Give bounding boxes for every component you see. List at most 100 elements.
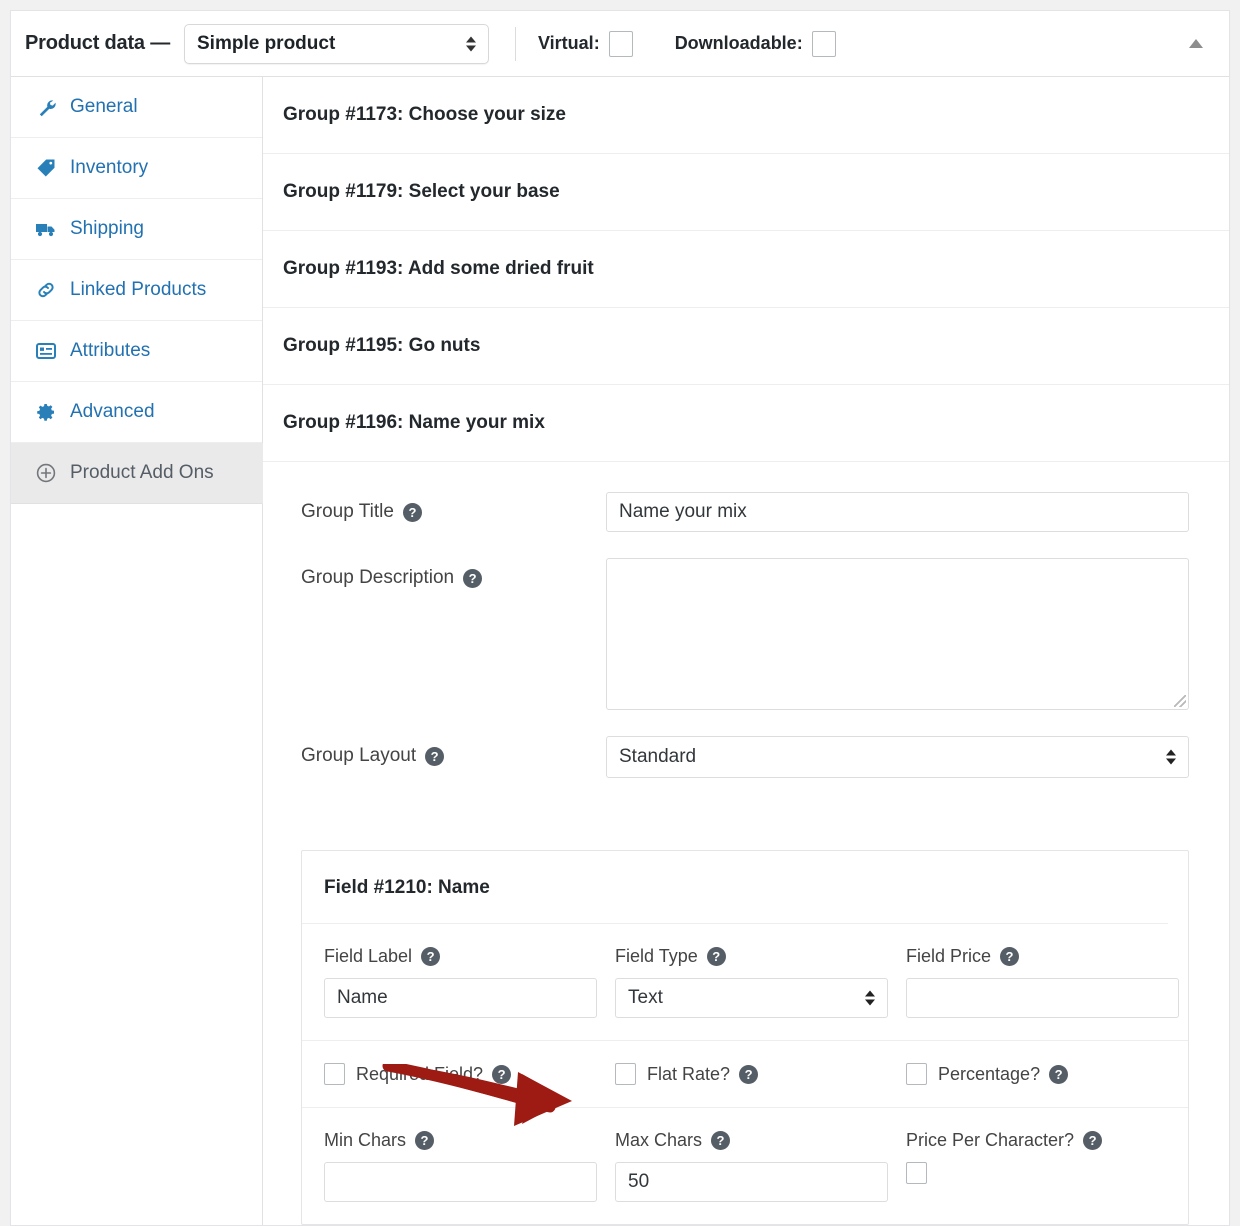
product-type-value: Simple product — [197, 32, 336, 54]
help-icon[interactable]: ? — [706, 947, 726, 966]
product-data-metabox: Product data — Simple product Virtual: D… — [10, 10, 1230, 1226]
group-layout-label: Group Layout — [301, 745, 417, 766]
group-row[interactable]: Group #1193: Add some dried fruit — [263, 231, 1229, 308]
percentage-label: Percentage? — [938, 1063, 1041, 1084]
header-divider — [515, 26, 516, 61]
group-title-value: Name your mix — [619, 501, 747, 522]
sidebar-item-label: Attributes — [70, 340, 151, 361]
plus-circle-icon — [33, 462, 59, 484]
field-card: Field #1210: Name Field Label ? Name Fie… — [301, 850, 1189, 1225]
field-row-2: Required Field? ? Flat Rate? ? Percentag… — [324, 1063, 1166, 1085]
required-field-label: Required Field? — [356, 1063, 484, 1084]
field-label-input[interactable]: Name — [324, 978, 597, 1018]
field-chars-section: Min Chars ? Max Chars ? 50 Price Per Cha… — [302, 1108, 1188, 1224]
virtual-checkbox-group[interactable]: Virtual: — [538, 30, 633, 57]
field-type-col: Field Type ? Text — [615, 946, 906, 1018]
downloadable-checkbox-group[interactable]: Downloadable: — [674, 30, 836, 57]
chevron-updown-icon — [865, 990, 875, 1006]
chevron-updown-icon — [466, 36, 476, 51]
sidebar-item-label: Shipping — [70, 218, 144, 239]
help-icon[interactable]: ? — [711, 1131, 731, 1150]
virtual-checkbox[interactable] — [608, 30, 633, 57]
group-description-textarea[interactable] — [606, 558, 1189, 710]
group-row[interactable]: Group #1195: Go nuts — [263, 308, 1229, 385]
required-field-checkbox[interactable] — [324, 1063, 345, 1085]
sidebar-item-label: General — [70, 96, 138, 117]
caret-up-icon[interactable] — [1185, 33, 1207, 55]
metabox-body: General Inventory Shipping Linked Produc… — [11, 77, 1229, 1225]
sidebar-item-inventory[interactable]: Inventory — [11, 138, 262, 199]
flat-rate-checkbox[interactable] — [615, 1063, 636, 1085]
sidebar-item-product-add-ons[interactable]: Product Add Ons — [11, 443, 263, 504]
group-row[interactable]: Group #1173: Choose your size — [263, 77, 1229, 154]
max-chars-text: Max Chars — [615, 1130, 703, 1150]
sidebar-item-linked-products[interactable]: Linked Products — [11, 260, 262, 321]
percentage-checkbox-group[interactable]: Percentage? ? — [906, 1063, 1197, 1085]
help-icon[interactable]: ? — [415, 1131, 435, 1150]
group-row-expanded[interactable]: Group #1196: Name your mix — [263, 385, 1229, 462]
help-icon[interactable]: ? — [1083, 1131, 1103, 1150]
sidebar-item-advanced[interactable]: Advanced — [11, 382, 262, 443]
chevron-updown-icon — [1166, 749, 1176, 765]
sidebar-item-label: Inventory — [70, 157, 149, 178]
help-icon[interactable]: ? — [402, 502, 422, 522]
sidebar-item-general[interactable]: General — [11, 77, 262, 138]
group-row[interactable]: Group #1179: Select your base — [263, 154, 1229, 231]
group-description-label-wrap: Group Description ? — [301, 558, 606, 589]
field-label-value: Name — [337, 987, 388, 1008]
sidebar-item-attributes[interactable]: Attributes — [11, 321, 262, 382]
percentage-checkbox[interactable] — [906, 1063, 927, 1085]
help-icon[interactable]: ? — [421, 947, 441, 966]
resize-grip-icon[interactable] — [1174, 695, 1186, 707]
downloadable-checkbox[interactable] — [811, 30, 836, 57]
virtual-label: Virtual: — [538, 33, 600, 53]
product-type-select[interactable]: Simple product — [184, 23, 489, 64]
wrench-icon — [33, 97, 59, 117]
group-description-label: Group Description — [301, 567, 455, 588]
max-chars-input[interactable]: 50 — [615, 1162, 888, 1202]
min-chars-input[interactable] — [324, 1162, 597, 1202]
help-icon[interactable]: ? — [463, 568, 483, 588]
min-chars-caption: Min Chars ? — [324, 1130, 615, 1151]
sidebar-item-label: Linked Products — [70, 279, 207, 300]
gear-icon — [33, 402, 59, 422]
list-icon — [33, 342, 59, 360]
help-icon[interactable]: ? — [739, 1064, 759, 1084]
field-label-col: Field Label ? Name — [324, 946, 615, 1018]
field-price-caption: Field Price ? — [906, 946, 1179, 967]
help-icon[interactable]: ? — [492, 1064, 512, 1084]
required-field-checkbox-group[interactable]: Required Field? ? — [324, 1063, 615, 1085]
field-price-text: Field Price — [906, 946, 992, 966]
field-type-value: Text — [628, 987, 663, 1008]
price-per-character-checkbox[interactable] — [906, 1162, 927, 1184]
group-description-row: Group Description ? — [301, 558, 1189, 710]
price-per-character-col: Price Per Character? ? — [906, 1130, 1166, 1202]
field-type-caption: Field Type ? — [615, 946, 906, 967]
group-title-input[interactable]: Name your mix — [606, 492, 1189, 532]
downloadable-label: Downloadable: — [674, 33, 803, 53]
group-layout-label-wrap: Group Layout ? — [301, 736, 606, 767]
field-type-text: Field Type — [615, 946, 698, 966]
tag-icon — [33, 158, 59, 178]
help-icon[interactable]: ? — [425, 746, 445, 766]
field-basic-section: Field Label ? Name Field Type ? Text Fie… — [302, 924, 1188, 1041]
truck-icon — [33, 219, 59, 239]
group-layout-select[interactable]: Standard — [606, 736, 1189, 778]
sidebar-item-shipping[interactable]: Shipping — [11, 199, 262, 260]
max-chars-caption: Max Chars ? — [615, 1130, 906, 1151]
help-icon[interactable]: ? — [1049, 1064, 1069, 1084]
group-title-row: Group Title ? Name your mix — [301, 492, 1189, 532]
field-options-section: Required Field? ? Flat Rate? ? Percentag… — [302, 1041, 1188, 1108]
min-chars-text: Min Chars — [324, 1130, 407, 1150]
field-row-3: Min Chars ? Max Chars ? 50 Price Per Cha… — [324, 1130, 1166, 1202]
sidebar-item-label: Product Add Ons — [70, 462, 214, 483]
field-card-title: Field #1210: Name — [302, 851, 1168, 924]
flat-rate-checkbox-group[interactable]: Flat Rate? ? — [615, 1063, 906, 1085]
group-title-label: Group Title — [301, 501, 394, 522]
field-price-col: Field Price ? — [906, 946, 1179, 1018]
field-type-select[interactable]: Text — [615, 978, 888, 1018]
flat-rate-label: Flat Rate? — [647, 1063, 731, 1084]
field-price-input[interactable] — [906, 978, 1179, 1018]
group-settings: Group Title ? Name your mix Group Descri… — [263, 462, 1229, 814]
help-icon[interactable]: ? — [1000, 947, 1020, 966]
